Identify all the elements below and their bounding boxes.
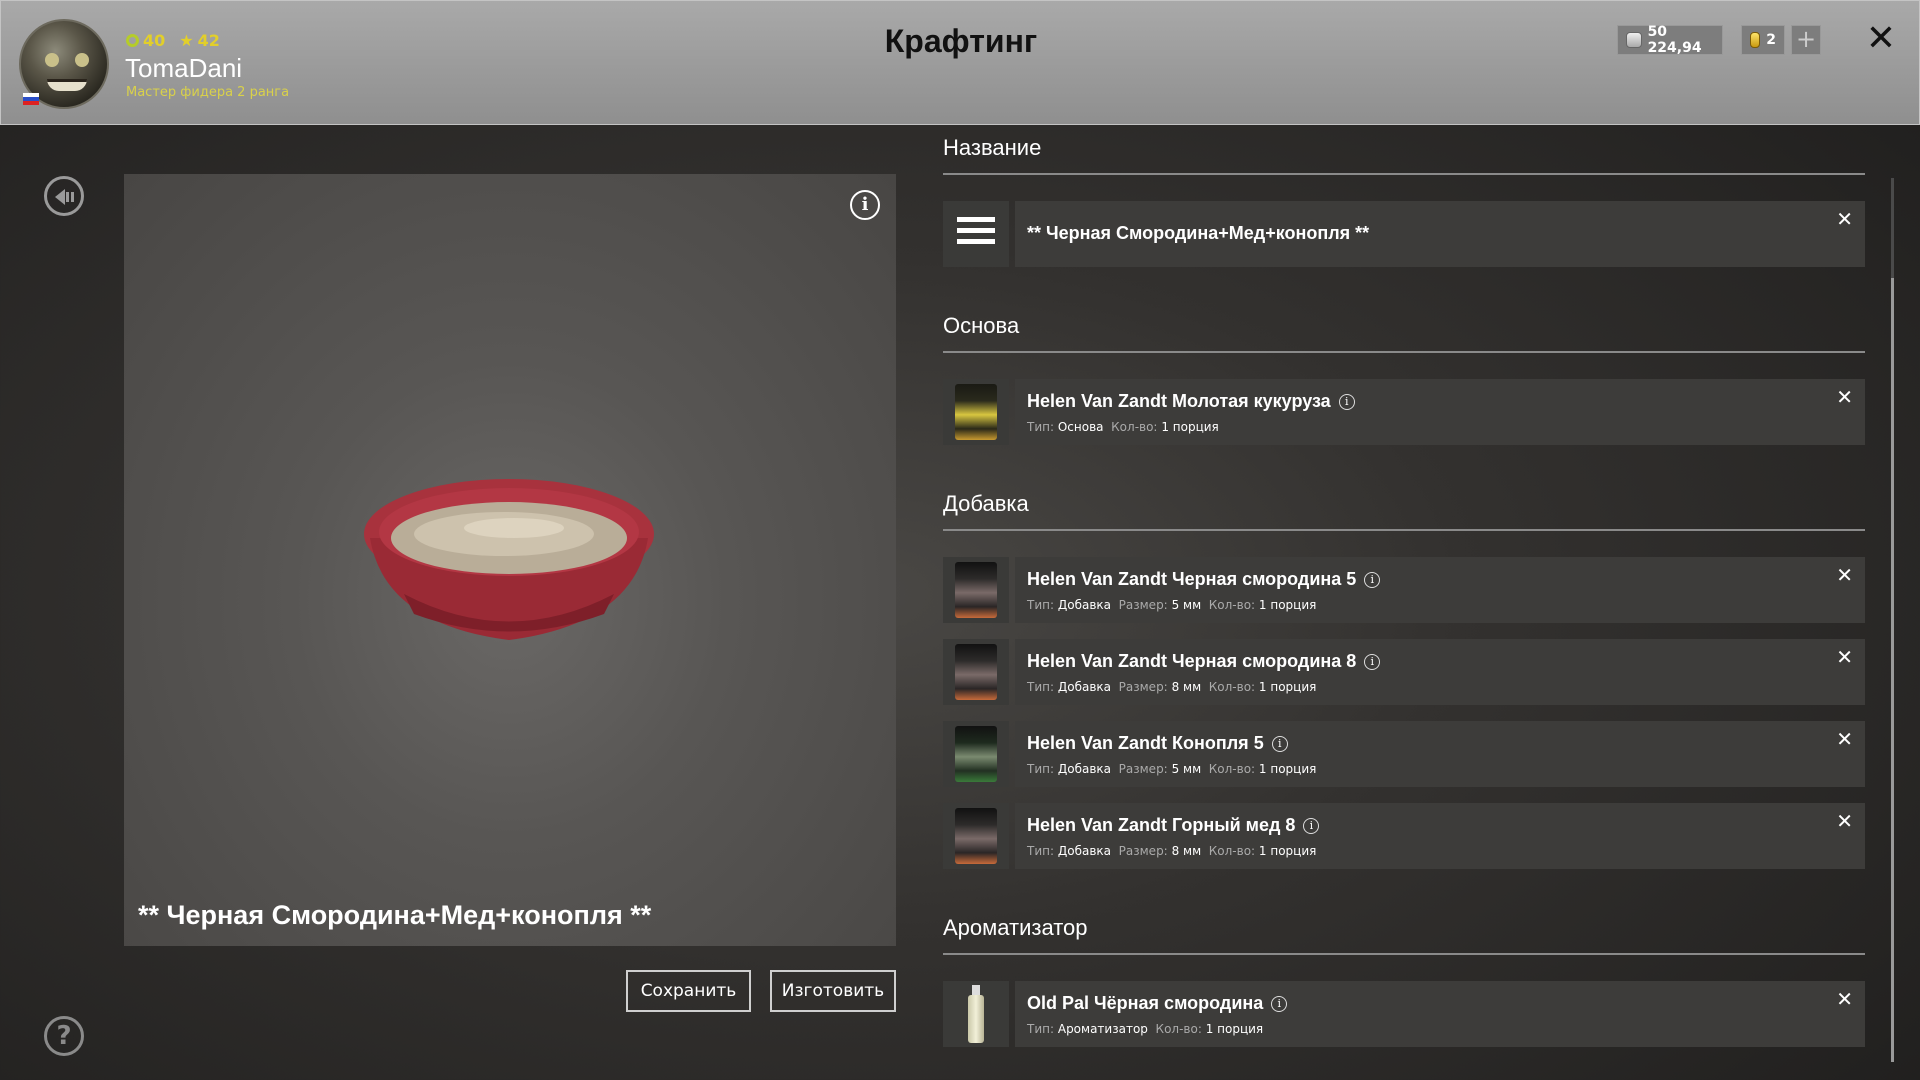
remove-icon[interactable]: ✕	[1836, 727, 1853, 751]
ingredient-card[interactable]: Helen Van Zandt Молотая кукуруза i Тип: О…	[1015, 379, 1865, 445]
section-name-title: Название	[943, 135, 1042, 160]
scrollbar-thumb[interactable]	[1891, 278, 1894, 1062]
groundbait-bowl-image	[364, 479, 654, 640]
ingredient-details: Тип: Добавка Размер: 8 мм Кол-во: 1 порц…	[1027, 844, 1317, 858]
add-gold-button[interactable]: +	[1791, 25, 1821, 55]
ingredient-row[interactable]: Helen Van Zandt Горный мед 8i Тип: Добав…	[943, 803, 1865, 869]
save-button[interactable]: Сохранить	[626, 970, 751, 1012]
ingredient-thumbnail	[943, 379, 1009, 445]
remove-icon[interactable]: ✕	[1836, 809, 1853, 833]
info-icon[interactable]: i	[1303, 818, 1320, 834]
recipe-name-field[interactable]: ** Черная Смородина+Мед+конопля ** ✕	[1015, 201, 1865, 267]
info-icon: i	[861, 194, 869, 215]
ingredient-thumbnail	[943, 803, 1009, 869]
back-button[interactable]	[44, 176, 84, 216]
item-preview: i ** Черная Смородина+Мед+конопля **	[124, 174, 896, 946]
craft-button[interactable]: Изготовить	[770, 970, 896, 1012]
ingredient-thumbnail	[943, 981, 1009, 1047]
ingredient-name: Helen Van Zandt Конопля 5i	[1027, 733, 1288, 754]
remove-icon[interactable]: ✕	[1836, 987, 1853, 1011]
section-flavor-title: Ароматизатор	[943, 915, 1088, 940]
info-button[interactable]: i	[850, 190, 880, 220]
flag-icon	[23, 93, 39, 105]
list-icon	[957, 217, 995, 251]
recipe-name-row[interactable]: ** Черная Смородина+Мед+конопля ** ✕	[943, 201, 1865, 267]
ingredient-details: Тип: Добавка Размер: 5 мм Кол-во: 1 порц…	[1027, 762, 1317, 776]
ingredient-details: Тип: Ароматизатор Кол-во: 1 порция	[1027, 1022, 1264, 1036]
ingredient-row[interactable]: Helen Van Zandt Молотая кукуруза i Тип: О…	[943, 379, 1865, 445]
back-arrow-icon	[55, 189, 74, 205]
divider	[943, 173, 1865, 175]
gold-balance: 2	[1741, 25, 1785, 55]
ingredient-row[interactable]: Helen Van Zandt Черная смородина 5i Тип:…	[943, 557, 1865, 623]
flavor-bottle-image	[968, 985, 984, 1043]
help-button[interactable]: ?	[44, 1016, 84, 1056]
bait-pack-image	[955, 726, 997, 782]
info-icon[interactable]: i	[1271, 996, 1288, 1012]
bait-pack-image	[955, 808, 997, 864]
bait-pack-image	[955, 644, 997, 700]
info-icon[interactable]: i	[1364, 654, 1381, 670]
close-icon: ✕	[1865, 18, 1897, 59]
remove-icon[interactable]: ✕	[1836, 645, 1853, 669]
section-additive-title: Добавка	[943, 491, 1029, 516]
ingredient-name: Old Pal Чёрная смородина i	[1027, 993, 1288, 1014]
divider	[943, 953, 1865, 955]
ingredient-name: Helen Van Zandt Черная смородина 8i	[1027, 651, 1381, 672]
ingredient-thumbnail	[943, 557, 1009, 623]
bait-pack-image	[955, 384, 997, 440]
remove-icon[interactable]: ✕	[1836, 207, 1853, 231]
player-rank: Мастер фидера 2 ранга	[126, 85, 290, 100]
ingredient-card[interactable]: Helen Van Zandt Конопля 5i Тип: Добавка …	[1015, 721, 1865, 787]
bait-pack-image	[955, 562, 997, 618]
ingredient-row[interactable]: Helen Van Zandt Черная смородина 8i Тип:…	[943, 639, 1865, 705]
recipe-preview-name: ** Черная Смородина+Мед+конопля **	[138, 900, 652, 930]
silver-coin-icon	[1626, 32, 1642, 48]
gold-coin-icon	[1750, 32, 1761, 48]
info-icon[interactable]: i	[1364, 572, 1381, 588]
ingredient-name: Helen Van Zandt Молотая кукуруза i	[1027, 391, 1355, 412]
info-icon[interactable]: i	[1271, 736, 1288, 752]
remove-icon[interactable]: ✕	[1836, 385, 1853, 409]
ingredient-card[interactable]: Helen Van Zandt Черная смородина 5i Тип:…	[1015, 557, 1865, 623]
plus-icon: +	[1795, 25, 1817, 53]
ingredient-details: Тип: Добавка Размер: 5 мм Кол-во: 1 порц…	[1027, 598, 1317, 612]
gold-amount: 2	[1766, 32, 1776, 48]
help-icon: ?	[56, 1021, 72, 1051]
divider	[943, 529, 1865, 531]
rename-button[interactable]	[943, 201, 1009, 267]
recipe-name-text: ** Черная Смородина+Мед+конопля **	[1027, 223, 1370, 243]
ingredient-card[interactable]: Helen Van Zandt Горный мед 8i Тип: Добав…	[1015, 803, 1865, 869]
ingredient-thumbnail	[943, 721, 1009, 787]
ingredient-row[interactable]: Old Pal Чёрная смородина i Тип: Ароматиза…	[943, 981, 1865, 1047]
scrollbar[interactable]	[1891, 178, 1894, 1062]
ingredient-details: Тип: Добавка Размер: 8 мм Кол-во: 1 порц…	[1027, 680, 1317, 694]
ingredient-details: Тип: Основа Кол-во: 1 порция	[1027, 420, 1219, 434]
info-icon[interactable]: i	[1338, 394, 1355, 410]
close-button[interactable]: ✕	[1863, 21, 1899, 57]
avatar-mouth	[47, 79, 87, 91]
ingredient-name: Helen Van Zandt Горный мед 8i	[1027, 815, 1320, 836]
divider	[943, 351, 1865, 353]
ingredient-name: Helen Van Zandt Черная смородина 5i	[1027, 569, 1381, 590]
ingredient-card[interactable]: Helen Van Zandt Черная смородина 8i Тип:…	[1015, 639, 1865, 705]
ingredient-row[interactable]: Helen Van Zandt Конопля 5i Тип: Добавка …	[943, 721, 1865, 787]
section-base-title: Основа	[943, 313, 1020, 338]
ingredient-thumbnail	[943, 639, 1009, 705]
remove-icon[interactable]: ✕	[1836, 563, 1853, 587]
silver-balance: 50 224,94	[1617, 24, 1723, 56]
ingredient-card[interactable]: Old Pal Чёрная смородина i Тип: Ароматиза…	[1015, 981, 1865, 1047]
silver-amount: 50 224,94	[1647, 24, 1702, 56]
top-bar: 40 ★ 42 TomaDani Мастер фидера 2 ранга К…	[0, 0, 1920, 125]
